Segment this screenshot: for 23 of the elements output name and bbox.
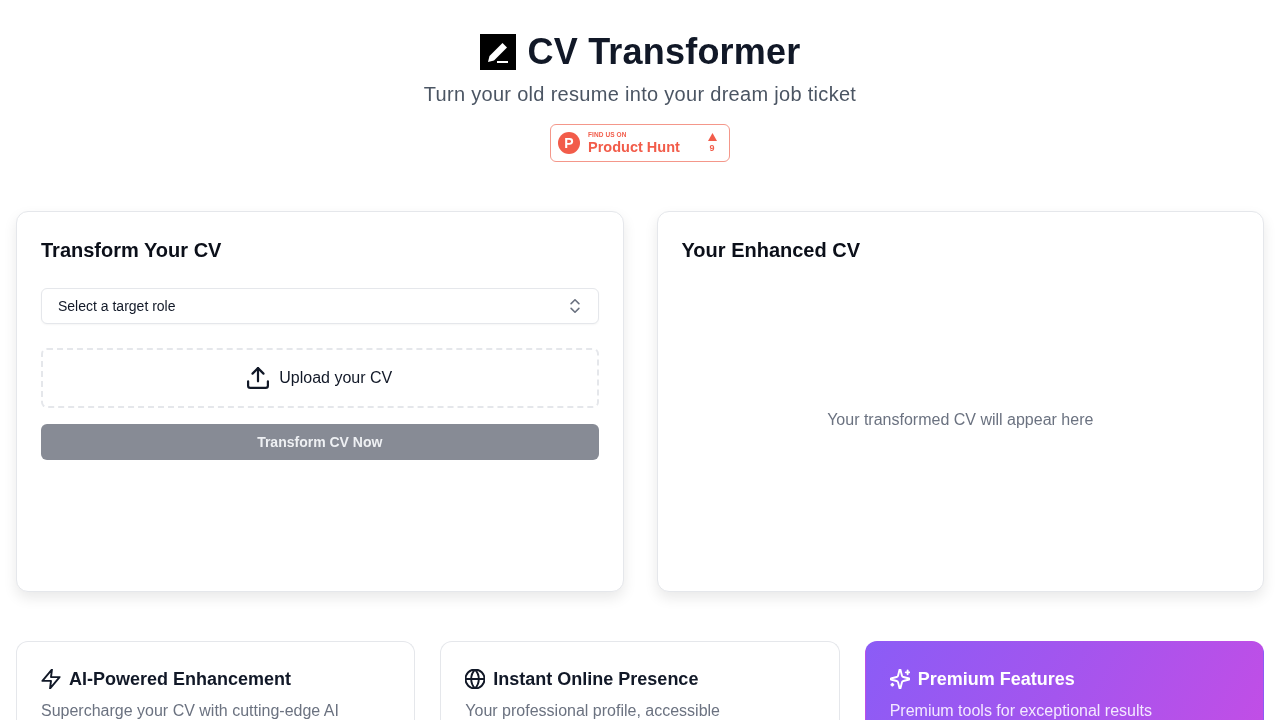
card-title: Your Enhanced CV (681, 238, 862, 263)
app-title: CV Transformer (527, 30, 801, 74)
chevrons-up-down-icon (567, 299, 582, 313)
upload-icon (247, 367, 270, 389)
app-subtitle: Turn your old resume into your dream job ticket (423, 82, 857, 107)
feature-description: Premium tools for exceptional results (889, 701, 1153, 720)
feature-title: Instant Online Presence (493, 668, 699, 691)
feature-description: Supercharge your CV with cutting-edge AI (41, 701, 340, 720)
feature-description: Your professional profile, accessible (465, 701, 721, 720)
globe-icon (465, 669, 486, 689)
upvote-count: 9 (709, 142, 715, 154)
feature-title: AI-Powered Enhancement (69, 668, 292, 691)
card-title: Transform Your CV (41, 238, 223, 263)
upvote-icon (707, 132, 717, 141)
badge-name: Product Hunt (588, 138, 681, 156)
feature-title: Premium Features (917, 668, 1075, 691)
pencil-logo-icon (479, 34, 516, 70)
upload-dropzone[interactable]: Upload your CV (41, 348, 599, 408)
lightning-icon (41, 669, 61, 689)
empty-state-text: Your transformed CV will appear here (827, 410, 1094, 429)
role-select[interactable]: Select a target role (41, 288, 599, 324)
sparkles-icon (889, 669, 910, 689)
product-hunt-logo: P (558, 132, 580, 154)
